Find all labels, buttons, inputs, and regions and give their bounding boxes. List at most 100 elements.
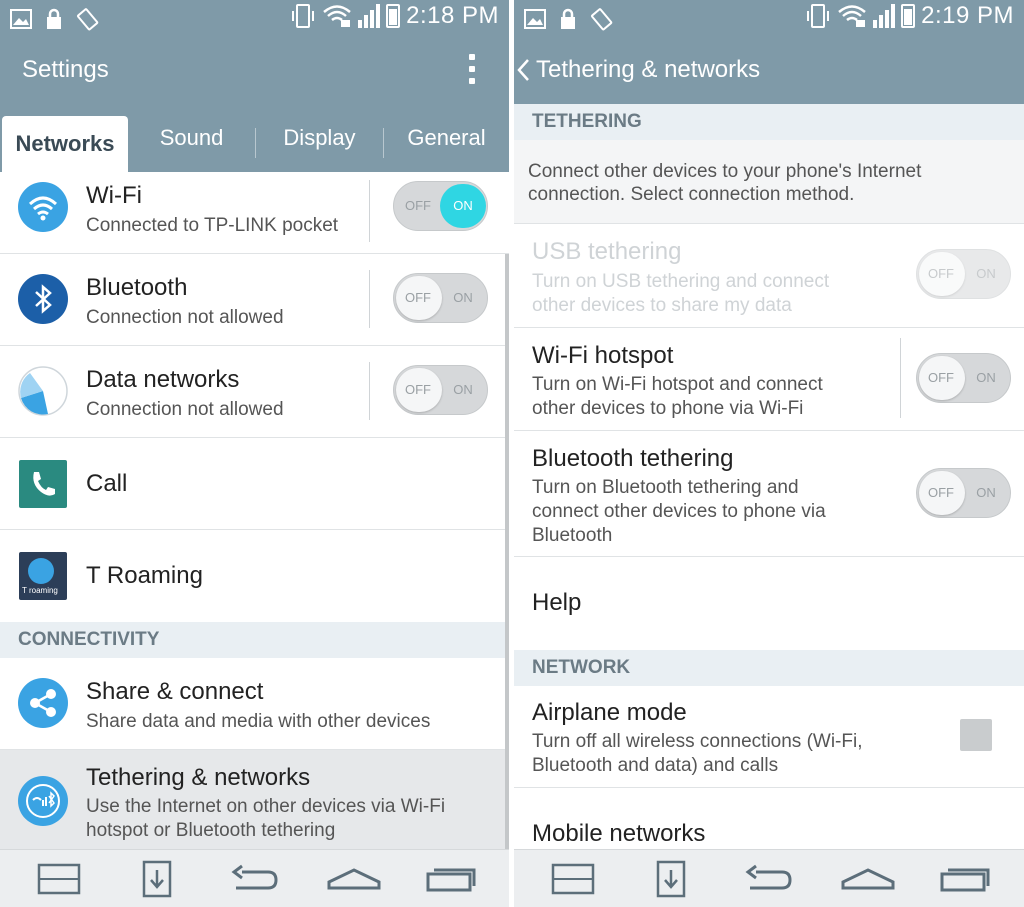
data-networks-subtitle: Connection not allowed (86, 399, 284, 420)
share-connect-subtitle: Share data and media with other devices (86, 711, 431, 732)
rotation-lock-icon (77, 8, 99, 31)
navigation-bar (0, 849, 509, 907)
toggle-off-label: OFF (928, 485, 954, 500)
wifi-title: Wi-Fi (86, 182, 142, 209)
toggle-off-label: OFF (405, 198, 431, 213)
tethering-networks-subtitle-line1: Use the Internet on other devices via Wi… (86, 796, 446, 817)
bluetooth-icon (18, 274, 68, 324)
mobile-networks-row[interactable]: Mobile networks (514, 788, 1024, 850)
row-divider (369, 362, 370, 420)
airplane-mode-row[interactable]: Airplane mode Turn off all wireless conn… (514, 686, 1024, 788)
toggle-off-label: OFF (928, 266, 954, 281)
call-row[interactable]: Call (0, 438, 509, 530)
page-title: Settings (22, 56, 109, 83)
status-bar: 2:19 PM (514, 0, 1024, 36)
tab-bar: Networks Sound Display General (0, 104, 509, 172)
wifi-row[interactable]: Wi-Fi Connected to TP-LINK pocket OFF ON (0, 172, 509, 254)
status-bar: 2:18 PM (0, 0, 509, 36)
t-roaming-icon: T roaming (19, 552, 67, 600)
data-networks-title: Data networks (86, 366, 240, 393)
toggle-on-label: ON (976, 266, 996, 281)
tethering-networks-row[interactable]: Tethering & networks Use the Internet on… (0, 750, 509, 850)
notification-pulldown-icon[interactable] (654, 860, 706, 898)
toggle-off-label: OFF (405, 290, 431, 305)
home-icon[interactable] (840, 860, 896, 898)
overflow-menu-icon[interactable] (469, 54, 477, 84)
tethering-screen: 2:19 PM Tethering & networks TETHERING C… (514, 0, 1024, 907)
row-divider (900, 338, 901, 418)
vibrate-icon (292, 4, 315, 28)
data-networks-toggle[interactable]: OFF ON (393, 365, 488, 415)
t-roaming-row[interactable]: T roaming T Roaming (0, 530, 509, 622)
toggle-on-label: ON (453, 290, 473, 305)
airplane-mode-title: Airplane mode (532, 699, 687, 726)
toggle-on-label: ON (976, 370, 996, 385)
clock: 2:18 PM (406, 2, 499, 29)
tethering-networks-title: Tethering & networks (86, 764, 311, 791)
wifi-hotspot-toggle[interactable]: OFF ON (916, 353, 1011, 403)
wifi-hotspot-row[interactable]: Wi-Fi hotspot Turn on Wi-Fi hotspot and … (514, 328, 1024, 431)
back-icon[interactable] (228, 860, 280, 898)
dual-window-icon[interactable] (36, 860, 88, 898)
section-tethering: TETHERING (514, 104, 1024, 140)
tab-display[interactable]: Display (256, 104, 383, 172)
wifi-subtitle: Connected to TP-LINK pocket (86, 215, 339, 236)
back-icon[interactable] (742, 860, 794, 898)
bluetooth-tethering-title: Bluetooth tethering (532, 445, 734, 472)
share-icon (18, 678, 68, 728)
clock: 2:19 PM (921, 2, 1014, 29)
globe-icon (28, 558, 54, 584)
app-bar: Settings (0, 36, 509, 104)
tab-sound[interactable]: Sound (128, 104, 255, 172)
airplane-mode-line2: Bluetooth and data) and calls (532, 755, 779, 776)
bluetooth-toggle[interactable]: OFF ON (393, 273, 488, 323)
bluetooth-row[interactable]: Bluetooth Connection not allowed OFF ON (0, 254, 509, 346)
help-row[interactable]: Help (514, 557, 1024, 650)
toggle-off-label: OFF (928, 370, 954, 385)
vibrate-icon (807, 4, 830, 28)
usb-tethering-title: USB tethering (532, 238, 682, 265)
bluetooth-title: Bluetooth (86, 274, 188, 301)
share-connect-title: Share & connect (86, 678, 264, 705)
wifi-hotspot-title: Wi-Fi hotspot (532, 342, 674, 369)
usb-tethering-row: USB tethering Turn on USB tethering and … (514, 224, 1024, 328)
gallery-icon (10, 9, 32, 29)
share-connect-row[interactable]: Share & connect Share data and media wit… (0, 658, 509, 750)
usb-tethering-line2: other devices to share my data (532, 295, 792, 316)
tab-general[interactable]: General (384, 104, 509, 172)
section-connectivity: CONNECTIVITY (0, 622, 509, 658)
wifi-hotspot-line2: other devices to phone via Wi-Fi (532, 398, 804, 419)
wifi-lock-icon (838, 5, 866, 27)
page-title[interactable]: Tethering & networks (536, 56, 760, 84)
navigation-bar (514, 849, 1024, 907)
airplane-mode-checkbox[interactable] (960, 719, 992, 751)
bluetooth-tethering-line1: Turn on Bluetooth tethering and (532, 477, 799, 498)
wifi-icon (18, 182, 68, 232)
notification-pulldown-icon[interactable] (140, 860, 192, 898)
back-arrow-icon[interactable] (516, 58, 530, 82)
usb-tethering-line1: Turn on USB tethering and connect (532, 271, 830, 292)
row-divider (369, 270, 370, 328)
toggle-on-label: ON (453, 382, 473, 397)
battery-icon (901, 4, 916, 28)
gallery-icon (524, 9, 546, 29)
toggle-on-label: ON (976, 485, 996, 500)
bluetooth-tethering-toggle[interactable]: OFF ON (916, 468, 1011, 518)
t-roaming-title: T Roaming (86, 562, 203, 589)
help-title: Help (532, 589, 582, 616)
mobile-networks-title: Mobile networks (532, 820, 706, 847)
recent-apps-icon[interactable] (940, 860, 992, 898)
section-network: NETWORK (514, 650, 1024, 686)
home-icon[interactable] (326, 860, 382, 898)
phone-icon (19, 460, 67, 508)
lock-icon (47, 8, 61, 29)
dual-window-icon[interactable] (550, 860, 602, 898)
data-networks-row[interactable]: Data networks Connection not allowed OFF… (0, 346, 509, 438)
app-bar: Tethering & networks (514, 36, 1024, 104)
bluetooth-tethering-line2: connect other devices to phone via (532, 501, 826, 522)
tab-networks[interactable]: Networks (2, 116, 128, 172)
bluetooth-tethering-row[interactable]: Bluetooth tethering Turn on Bluetooth te… (514, 431, 1024, 557)
wifi-toggle[interactable]: OFF ON (393, 181, 488, 231)
signal-icon (873, 4, 896, 28)
recent-apps-icon[interactable] (426, 860, 478, 898)
